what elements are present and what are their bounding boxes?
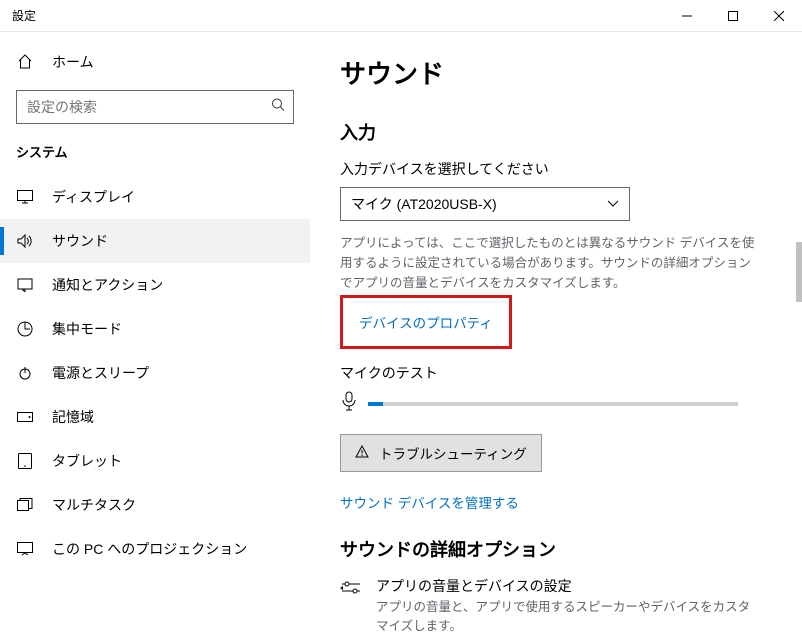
chevron-down-icon	[607, 195, 619, 213]
window-title: 設定	[12, 7, 36, 24]
input-section-heading: 入力	[340, 119, 772, 145]
sidebar-item-label: 集中モード	[52, 319, 122, 339]
selected-device-value: マイク (AT2020USB-X)	[351, 194, 497, 214]
troubleshoot-button[interactable]: トラブルシューティング	[340, 434, 542, 472]
input-device-label: 入力デバイスを選択してください	[340, 159, 772, 179]
sidebar-item-projection[interactable]: この PC へのプロジェクション	[0, 527, 310, 571]
home-label: ホーム	[52, 52, 94, 72]
focus-icon	[16, 321, 34, 337]
mic-test-label: マイクのテスト	[340, 363, 772, 383]
sidebar-item-label: この PC へのプロジェクション	[52, 539, 247, 559]
maximize-button[interactable]	[710, 0, 756, 32]
sidebar-item-focus[interactable]: 集中モード	[0, 307, 310, 351]
mic-test-meter	[368, 402, 738, 406]
advanced-item-desc: アプリの音量と、アプリで使用するスピーカーやデバイスをカスタマイズします。	[376, 598, 756, 634]
mic-test-meter-fill	[368, 402, 383, 406]
sidebar-item-notifications[interactable]: 通知とアクション	[0, 263, 310, 307]
sidebar-item-label: サウンド	[52, 231, 108, 251]
sidebar-item-label: ディスプレイ	[52, 187, 135, 207]
window-controls	[664, 0, 802, 32]
sliders-icon	[340, 580, 362, 603]
sound-icon	[16, 234, 34, 248]
sidebar-item-multitask[interactable]: マルチタスク	[0, 483, 310, 527]
highlight-annotation: デバイスのプロパティ	[340, 295, 512, 349]
sidebar-item-power[interactable]: 電源とスリープ	[0, 351, 310, 395]
display-icon	[16, 190, 34, 204]
advanced-item-title: アプリの音量とデバイスの設定	[376, 576, 756, 596]
minimize-button[interactable]	[664, 0, 710, 32]
manage-devices-link[interactable]: サウンド デバイスを管理する	[340, 488, 519, 516]
warning-icon	[355, 445, 369, 462]
home-nav-item[interactable]: ホーム	[0, 42, 310, 82]
window-titlebar: 設定	[0, 0, 802, 32]
sidebar-item-label: 電源とスリープ	[52, 363, 149, 383]
troubleshoot-label: トラブルシューティング	[379, 443, 527, 463]
mic-test-row	[340, 391, 772, 416]
multitask-icon	[16, 498, 34, 512]
microphone-icon	[340, 391, 358, 416]
tablet-icon	[16, 453, 34, 469]
home-icon	[16, 54, 34, 70]
storage-icon	[16, 412, 34, 422]
sidebar-item-display[interactable]: ディスプレイ	[0, 175, 310, 219]
search-input[interactable]	[17, 99, 293, 115]
power-icon	[16, 366, 34, 380]
advanced-options-heading: サウンドの詳細オプション	[340, 536, 772, 562]
sidebar-item-tablet[interactable]: タブレット	[0, 439, 310, 483]
search-box[interactable]	[16, 90, 294, 124]
notification-icon	[16, 278, 34, 292]
search-icon	[271, 98, 285, 117]
close-button[interactable]	[756, 0, 802, 32]
input-helper-text: アプリによっては、ここで選択したものとは異なるサウンド デバイスを使用するように…	[340, 233, 760, 293]
projection-icon	[16, 542, 34, 556]
vertical-scrollbar[interactable]	[796, 242, 802, 302]
sidebar-item-label: 通知とアクション	[52, 275, 163, 295]
device-properties-link[interactable]: デバイスのプロパティ	[359, 308, 493, 336]
sidebar-item-label: マルチタスク	[52, 495, 136, 515]
nav-list: ディスプレイ サウンド 通知とアクション 集中モード 電源とスリープ 記憶域	[0, 175, 310, 571]
content-area: サウンド 入力 入力デバイスを選択してください マイク (AT2020USB-X…	[310, 32, 802, 634]
sidebar-section-title: システム	[0, 138, 310, 175]
advanced-option-item[interactable]: アプリの音量とデバイスの設定 アプリの音量と、アプリで使用するスピーカーやデバイ…	[340, 576, 772, 634]
sidebar-item-sound[interactable]: サウンド	[0, 219, 310, 263]
input-device-select[interactable]: マイク (AT2020USB-X)	[340, 187, 630, 221]
sidebar-item-label: タブレット	[52, 451, 122, 471]
page-heading: サウンド	[340, 54, 772, 91]
sidebar-item-label: 記憶域	[52, 407, 94, 427]
sidebar-item-storage[interactable]: 記憶域	[0, 395, 310, 439]
sidebar: ホーム システム ディスプレイ サウンド 通知とアクション	[0, 32, 310, 634]
